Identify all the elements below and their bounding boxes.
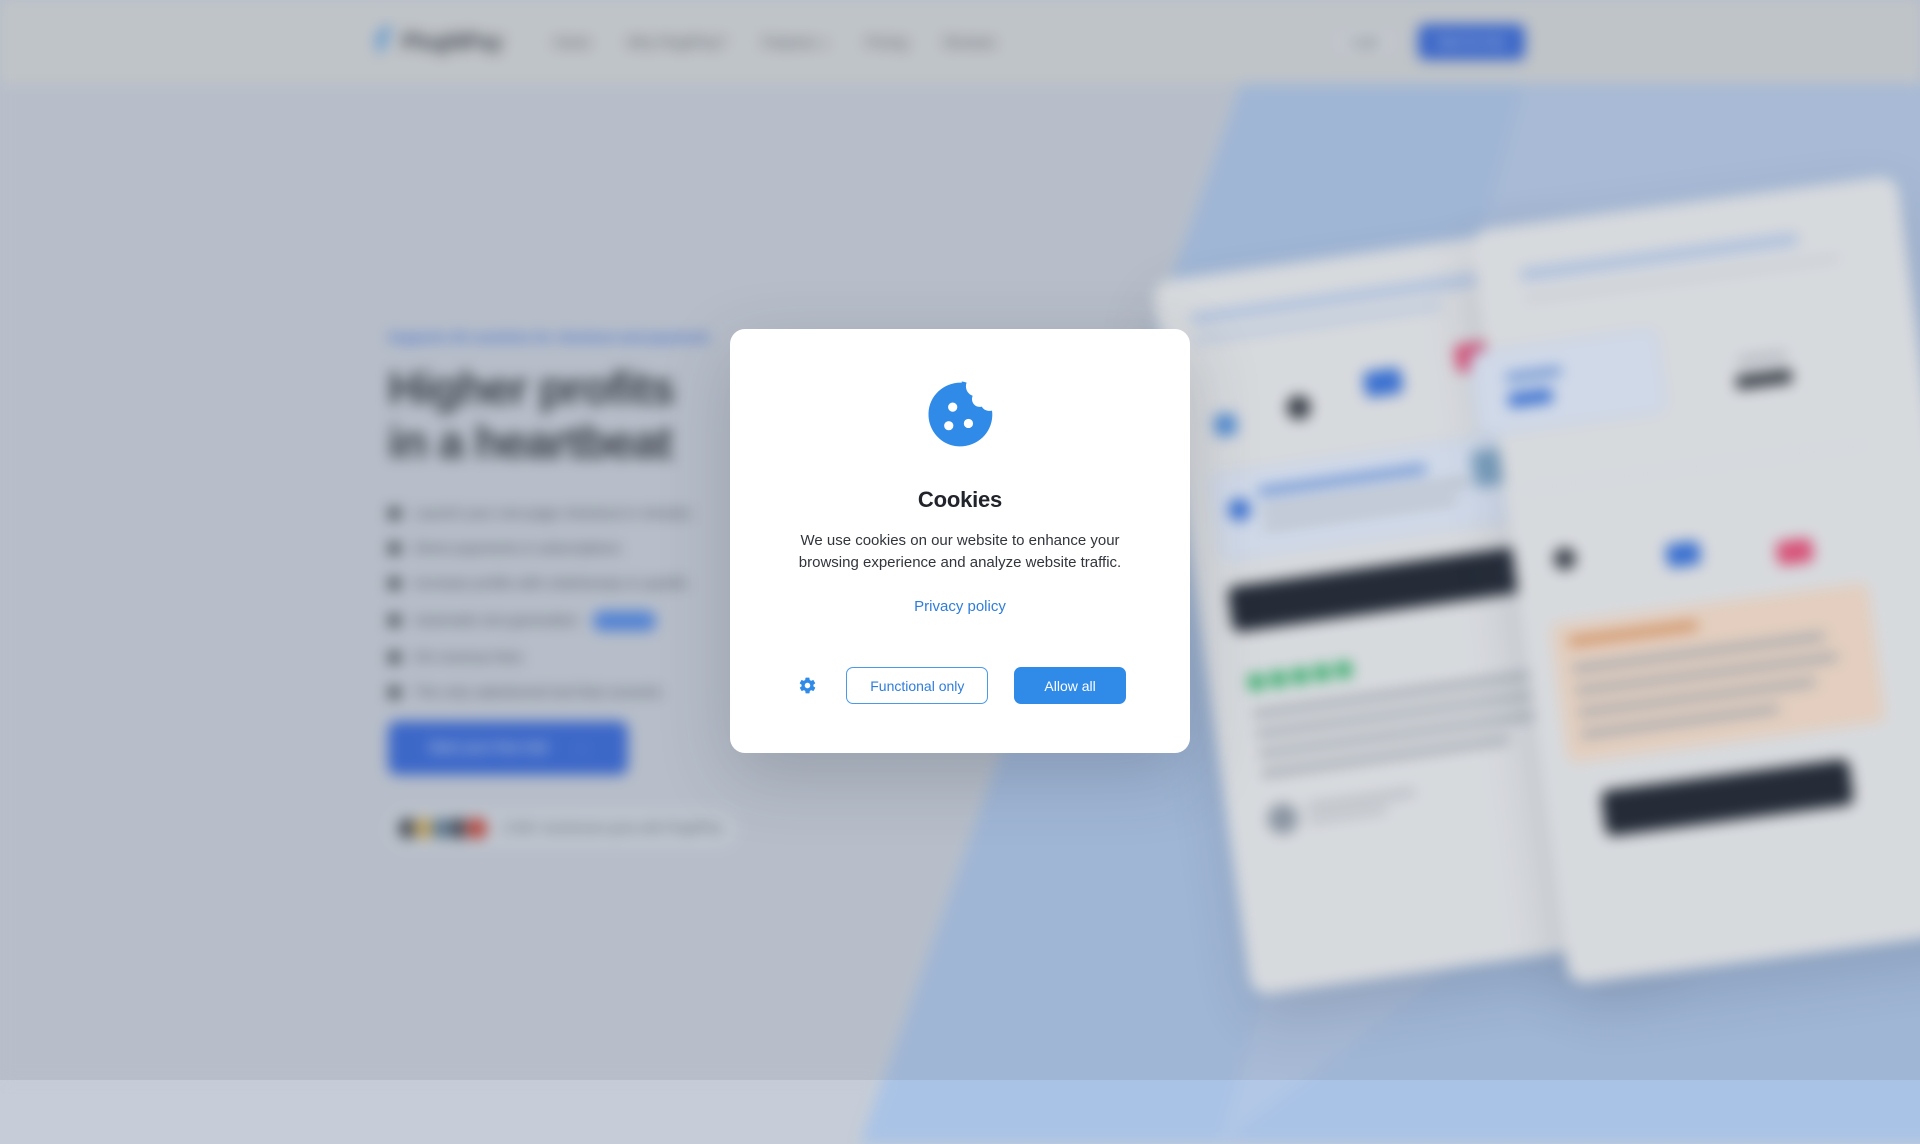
privacy-policy-link[interactable]: Privacy policy xyxy=(914,598,1006,615)
cookie-consent-dialog: Cookies We use cookies on our website to… xyxy=(730,329,1190,753)
functional-only-button[interactable]: Functional only xyxy=(846,667,988,704)
cookie-settings-button[interactable] xyxy=(794,673,820,699)
allow-all-button[interactable]: Allow all xyxy=(1014,667,1125,704)
cookie-icon xyxy=(924,379,996,451)
dialog-actions: Functional only Allow all xyxy=(730,667,1190,704)
gear-icon xyxy=(798,676,817,695)
dialog-title: Cookies xyxy=(918,487,1002,513)
dialog-description: We use cookies on our website to enhance… xyxy=(774,530,1146,574)
